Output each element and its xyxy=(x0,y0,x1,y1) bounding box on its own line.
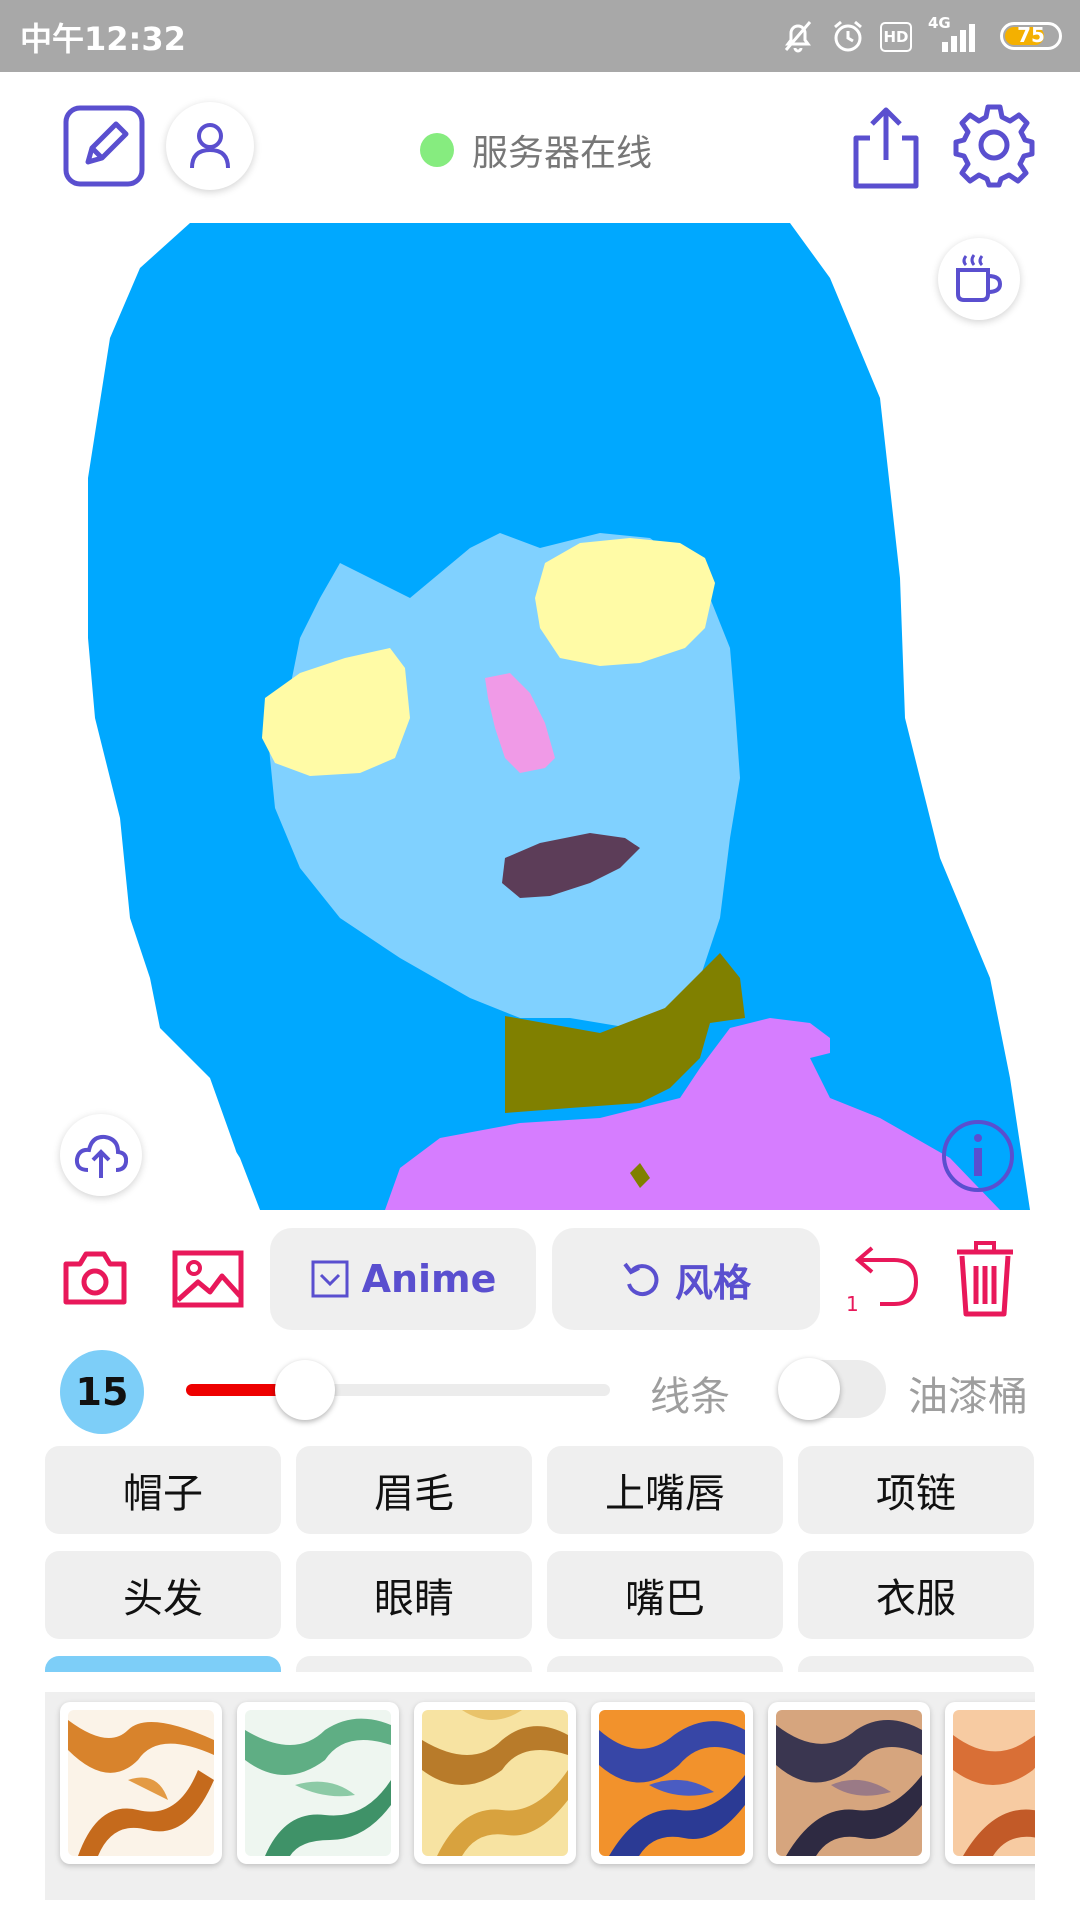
image-icon xyxy=(172,1250,244,1308)
bucket-toggle[interactable] xyxy=(778,1358,886,1420)
brush-size-badge: 15 xyxy=(60,1350,144,1434)
info-button[interactable] xyxy=(940,1118,1016,1194)
gear-icon xyxy=(953,104,1035,188)
brush-size-slider[interactable] xyxy=(186,1360,610,1420)
battery-level: 75 xyxy=(1017,23,1045,47)
edit-pencil-icon xyxy=(63,105,145,187)
style-thumbnail-2[interactable] xyxy=(237,1702,399,1864)
style-swatch-yellow-brown xyxy=(422,1710,568,1856)
share-button[interactable] xyxy=(846,104,926,190)
style-button[interactable]: 风格 xyxy=(552,1228,820,1330)
edit-button[interactable] xyxy=(62,104,146,188)
style-swatch-green-white xyxy=(245,1710,391,1856)
trash-icon xyxy=(957,1241,1013,1317)
style-swatch-orange-white xyxy=(68,1710,214,1856)
user-icon xyxy=(190,123,230,169)
bucket-mode-label[interactable]: 油漆桶 xyxy=(908,1364,1028,1422)
brush-size-slider-thumb[interactable] xyxy=(274,1360,335,1420)
profile-button[interactable] xyxy=(166,102,254,190)
sketch-drawing xyxy=(88,223,1030,1210)
status-bar: 中午12:32 HD 4G 75 xyxy=(0,0,1080,72)
refresh-icon xyxy=(623,1262,659,1297)
signal-icon xyxy=(942,24,975,52)
mute-bell-icon xyxy=(784,21,812,53)
model-select-button[interactable]: Anime xyxy=(270,1228,536,1330)
undo-count: 1 xyxy=(846,1292,859,1316)
part-button-clothes[interactable]: 衣服 xyxy=(798,1551,1034,1639)
undo-button[interactable]: 1 xyxy=(844,1244,920,1316)
gallery-button[interactable] xyxy=(172,1250,244,1308)
style-thumbnail-1[interactable] xyxy=(60,1702,222,1864)
drawing-canvas[interactable] xyxy=(0,218,1035,1210)
settings-button[interactable] xyxy=(952,104,1036,188)
server-status-text: 服务器在线 xyxy=(472,133,653,174)
cloud-upload-icon xyxy=(74,1134,128,1178)
part-button-eyebrows[interactable]: 眉毛 xyxy=(296,1446,532,1534)
style-thumbnail-5[interactable] xyxy=(768,1702,930,1864)
part-button-selected-partial[interactable] xyxy=(45,1656,281,1672)
part-button-mouth[interactable]: 嘴巴 xyxy=(547,1551,783,1639)
part-button-partial[interactable] xyxy=(296,1656,532,1672)
info-icon xyxy=(942,1120,1014,1192)
server-status: 服务器在线 xyxy=(420,124,652,176)
line-mode-label[interactable]: 线条 xyxy=(650,1364,730,1422)
cloud-upload-button[interactable] xyxy=(60,1114,142,1196)
part-button-partial[interactable] xyxy=(798,1656,1034,1672)
style-swatch-orange-blue xyxy=(599,1710,745,1856)
model-label: Anime xyxy=(361,1257,497,1301)
camera-icon xyxy=(63,1251,127,1305)
bucket-toggle-knob xyxy=(778,1358,840,1420)
style-swatch-tan-navy xyxy=(776,1710,922,1856)
part-button-hair[interactable]: 头发 xyxy=(45,1551,281,1639)
part-button-partial[interactable] xyxy=(547,1656,783,1672)
delete-button[interactable] xyxy=(954,1240,1016,1318)
dropdown-box-icon xyxy=(311,1260,349,1298)
part-button-hat[interactable]: 帽子 xyxy=(45,1446,281,1534)
camera-button[interactable] xyxy=(62,1250,128,1306)
style-label: 风格 xyxy=(674,1260,751,1305)
coffee-button[interactable] xyxy=(938,238,1020,320)
hd-badge: HD xyxy=(880,22,912,52)
battery-indicator: 75 xyxy=(1000,22,1062,50)
part-button-upper-lip[interactable]: 上嘴唇 xyxy=(547,1446,783,1534)
part-button-eyes[interactable]: 眼睛 xyxy=(296,1551,532,1639)
style-swatch-peach-orange xyxy=(953,1710,1035,1856)
share-icon xyxy=(853,107,919,189)
server-status-dot xyxy=(420,133,454,167)
style-thumbnail-6[interactable] xyxy=(945,1702,1035,1864)
coffee-cup-icon xyxy=(956,254,1003,302)
status-time: 中午12:32 xyxy=(20,20,186,58)
style-thumbnail-3[interactable] xyxy=(414,1702,576,1864)
style-thumbnail-4[interactable] xyxy=(591,1702,753,1864)
style-thumbnail-strip[interactable] xyxy=(45,1692,1035,1900)
part-button-necklace[interactable]: 项链 xyxy=(798,1446,1034,1534)
alarm-icon xyxy=(834,20,862,52)
